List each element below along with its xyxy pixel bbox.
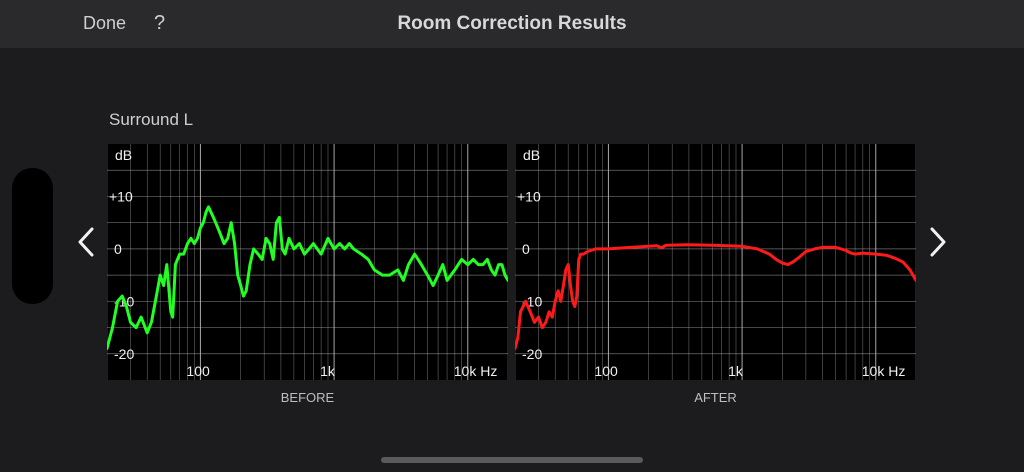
top-bar: Done ? Room Correction Results: [0, 0, 1024, 48]
x-tick-label: 100: [594, 363, 618, 379]
before-chart: dB +10 0 -10 -20 100 1k 10k Hz: [107, 144, 508, 380]
chevron-right-icon[interactable]: [928, 226, 948, 263]
y-axis-unit: dB: [523, 147, 540, 163]
x-tick-label: 100: [186, 363, 210, 379]
channel-name: Surround L: [109, 110, 194, 129]
before-chart-svg: dB+100-10-20100 1k 10k Hz: [107, 144, 508, 380]
x-tick-label: 1k: [320, 363, 336, 379]
after-response-line: [515, 243, 916, 350]
y-tick-label: 0: [522, 241, 530, 257]
x-tick-label: 1k: [728, 363, 744, 379]
y-tick-label: -20: [114, 346, 134, 362]
home-indicator: [381, 457, 643, 463]
y-tick-label: 0: [114, 241, 122, 257]
y-axis-unit: dB: [115, 147, 132, 163]
x-tick-label: 10k Hz: [862, 363, 906, 379]
after-caption: AFTER: [694, 390, 737, 405]
side-handle[interactable]: [12, 168, 53, 304]
after-chart: dB +10 0 -10 -20 100 1k 10k Hz: [515, 144, 916, 380]
chevron-left-icon[interactable]: [76, 226, 96, 263]
y-tick-label: +10: [517, 188, 541, 204]
y-tick-label: +10: [109, 188, 133, 204]
x-tick-label: 10k Hz: [454, 363, 498, 379]
before-caption: BEFORE: [280, 390, 335, 405]
page-title: Room Correction Results: [397, 13, 627, 34]
after-chart-svg: dB+100-10-20100 1k 10k Hz: [515, 144, 916, 380]
y-tick-label: -20: [522, 346, 542, 362]
